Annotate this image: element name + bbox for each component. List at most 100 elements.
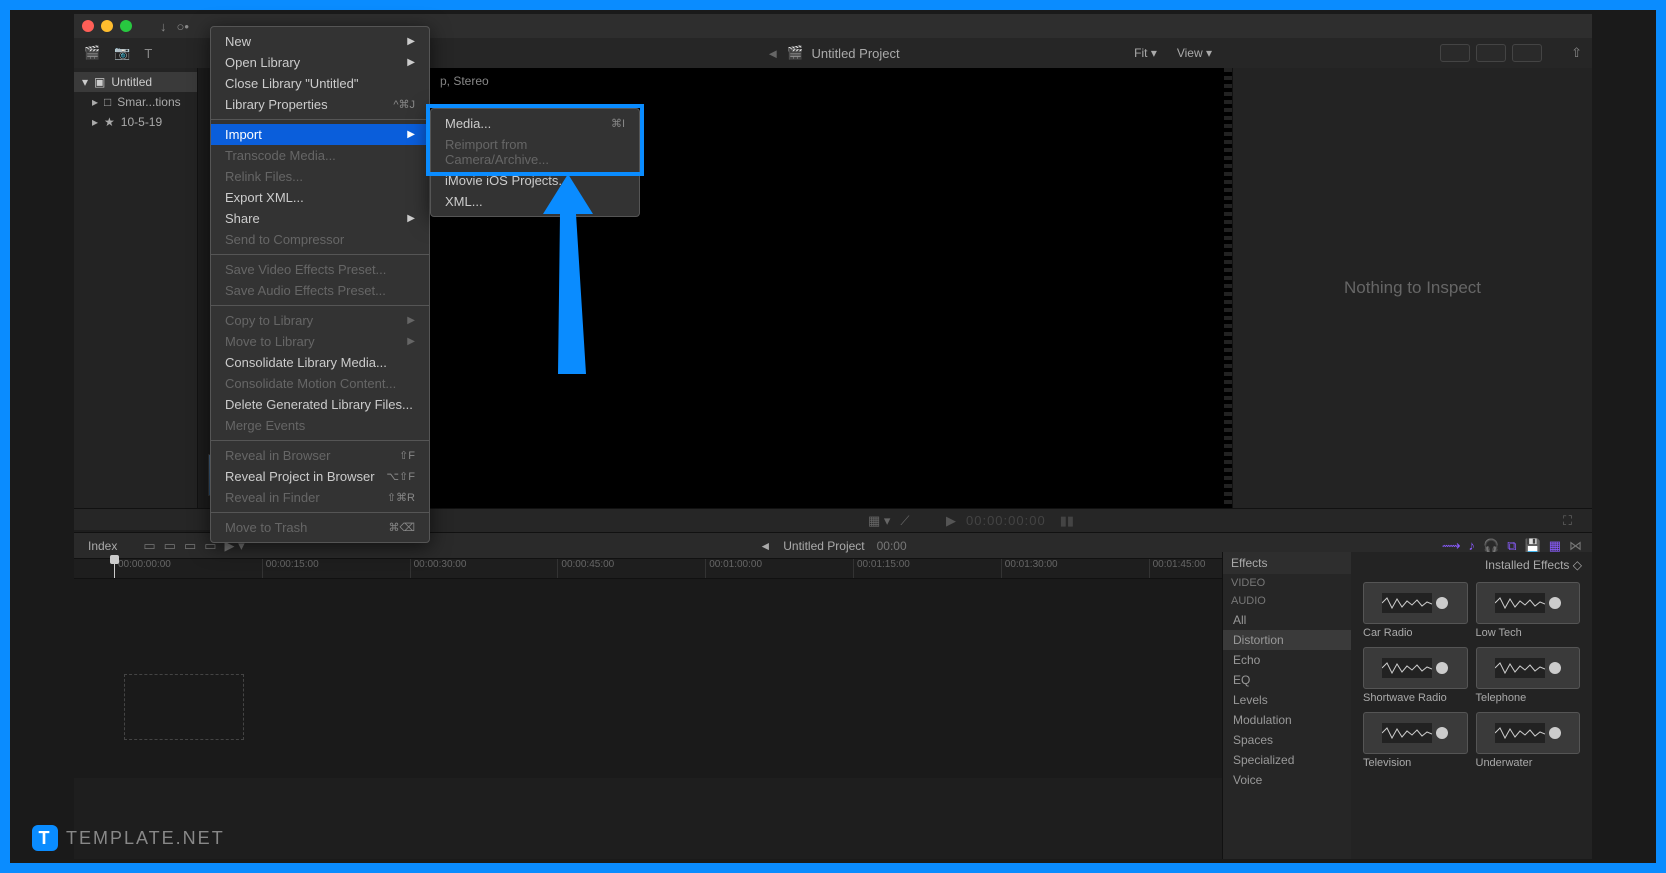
menu-item: Merge Events: [211, 415, 429, 436]
effect-tile[interactable]: Television: [1363, 712, 1468, 769]
library-sidebar: ▾ ▣ Untitled ▸ □ Smar...tions ▸ ★ 10-5-1…: [74, 68, 198, 508]
menu-item[interactable]: Delete Generated Library Files...: [211, 394, 429, 415]
submenu-item[interactable]: Media...⌘I: [431, 113, 639, 134]
ruler-mark: 00:01:00:00: [705, 559, 853, 578]
effects-category-item[interactable]: Echo: [1223, 650, 1351, 670]
installed-effects-dropdown[interactable]: Installed Effects ◇: [1485, 558, 1582, 572]
menu-item[interactable]: Consolidate Library Media...: [211, 352, 429, 373]
effects-category-item[interactable]: All: [1223, 610, 1351, 630]
menu-separator: [211, 512, 429, 513]
library-tab-icon[interactable]: 🎬: [84, 45, 100, 61]
effects-category-item[interactable]: Specialized: [1223, 750, 1351, 770]
effect-label: Telephone: [1476, 692, 1581, 704]
effect-thumbnail: [1476, 647, 1581, 689]
import-submenu: Media...⌘IReimport from Camera/Archive..…: [430, 108, 640, 217]
clip-appearance-icon[interactable]: ▦ ▾: [868, 513, 890, 529]
menu-item: Consolidate Motion Content...: [211, 373, 429, 394]
fullscreen-icon[interactable]: ⛶: [1563, 513, 1572, 529]
position-tool-icon[interactable]: ▭: [164, 538, 176, 554]
traffic-lights: [82, 20, 132, 32]
photos-tab-icon[interactable]: 📷: [114, 45, 130, 61]
menu-item[interactable]: Reveal Project in Browser⌥⇧F: [211, 466, 429, 487]
fit-dropdown[interactable]: Fit ▾: [1134, 46, 1157, 60]
effect-label: Car Radio: [1363, 627, 1468, 639]
ruler-mark: 00:00:00:00: [114, 559, 262, 578]
view-dropdown[interactable]: View ▾: [1177, 46, 1212, 60]
inspector-empty-label: Nothing to Inspect: [1344, 278, 1481, 298]
menu-separator: [211, 305, 429, 306]
effect-thumbnail: [1363, 712, 1468, 754]
effect-tile[interactable]: Low Tech: [1476, 582, 1581, 639]
effect-tile[interactable]: Shortwave Radio: [1363, 647, 1468, 704]
menu-item: Reveal in Browser⇧F: [211, 445, 429, 466]
library-header[interactable]: ▾ ▣ Untitled: [74, 72, 197, 92]
menu-item: Send to Compressor: [211, 229, 429, 250]
share-icon[interactable]: ⇧: [1571, 45, 1582, 61]
menu-item: Transcode Media...: [211, 145, 429, 166]
close-window-icon[interactable]: [82, 20, 94, 32]
submenu-item[interactable]: iMovie iOS Projects...: [431, 170, 639, 191]
play-icon[interactable]: ▶: [946, 513, 956, 529]
chevron-down-icon: ▾: [82, 75, 88, 89]
trim-tool-icon[interactable]: ▭: [143, 538, 155, 554]
library-icon: ▣: [94, 75, 105, 89]
effects-category-item[interactable]: Modulation: [1223, 710, 1351, 730]
ruler-mark: 00:01:15:00: [853, 559, 1001, 578]
effects-category-item[interactable]: Spaces: [1223, 730, 1351, 750]
effect-tile[interactable]: Underwater: [1476, 712, 1581, 769]
menu-item[interactable]: Open Library▶: [211, 52, 429, 73]
chevron-right-icon: ▸: [92, 95, 98, 109]
effect-label: Shortwave Radio: [1363, 692, 1468, 704]
submenu-item: Reimport from Camera/Archive...: [431, 134, 639, 170]
sidebar-item-date[interactable]: ▸ ★ 10-5-19: [74, 112, 197, 132]
menu-item: Save Video Effects Preset...: [211, 259, 429, 280]
zoom-window-icon[interactable]: [120, 20, 132, 32]
keyword-icon[interactable]: ○•: [177, 19, 189, 34]
zoom-slider-icon[interactable]: ⟋: [900, 513, 909, 529]
empty-clip-placeholder: [124, 674, 244, 740]
audio-info-label: p, Stereo: [440, 74, 489, 88]
effect-thumbnail: [1363, 582, 1468, 624]
toolbar-left: ↓ ○•: [160, 19, 189, 34]
effects-category-item[interactable]: Distortion: [1223, 630, 1351, 650]
effect-label: Television: [1363, 757, 1468, 769]
inspector-tab-1[interactable]: [1440, 44, 1470, 62]
submenu-item[interactable]: XML...: [431, 191, 639, 212]
project-title-area: ◄ 🎬 Untitled Project: [766, 45, 899, 61]
watermark: T TEMPLATE.NET: [32, 825, 225, 851]
effect-label: Underwater: [1476, 757, 1581, 769]
effects-category-item[interactable]: Voice: [1223, 770, 1351, 790]
range-tool-icon[interactable]: ▭: [184, 538, 196, 554]
menu-item[interactable]: Close Library "Untitled": [211, 73, 429, 94]
menu-item: Move to Library▶: [211, 331, 429, 352]
menu-item[interactable]: Library Properties^⌘J: [211, 94, 429, 115]
sidebar-item-smart[interactable]: ▸ □ Smar...tions: [74, 92, 197, 112]
inspector-tab-2[interactable]: [1476, 44, 1506, 62]
effect-tile[interactable]: Telephone: [1476, 647, 1581, 704]
menu-item[interactable]: Share▶: [211, 208, 429, 229]
effects-category-item[interactable]: Levels: [1223, 690, 1351, 710]
ruler-mark: 00:00:15:00: [262, 559, 410, 578]
effect-tile[interactable]: Car Radio: [1363, 582, 1468, 639]
ruler-mark: 00:00:30:00: [410, 559, 558, 578]
clapper-icon: 🎬: [787, 45, 803, 61]
ruler-mark: 00:00:45:00: [557, 559, 705, 578]
filmstrip-edge: [1224, 68, 1232, 508]
timeline-index-button[interactable]: Index: [74, 539, 131, 553]
effect-thumbnail: [1476, 582, 1581, 624]
timecode-display: 00:00:00:00: [966, 513, 1046, 528]
audio-meter-icon[interactable]: ▮▮: [1060, 513, 1074, 529]
menu-item[interactable]: Import▶: [211, 124, 429, 145]
folder-icon: □: [104, 95, 111, 109]
effects-video-section: VIDEO: [1223, 574, 1351, 592]
effects-category-item[interactable]: EQ: [1223, 670, 1351, 690]
titles-tab-icon[interactable]: T: [144, 46, 152, 61]
effect-thumbnail: [1476, 712, 1581, 754]
minimize-window-icon[interactable]: [101, 20, 113, 32]
back-icon[interactable]: ◄: [766, 46, 779, 61]
import-icon[interactable]: ↓: [160, 19, 167, 34]
timeline-back-icon[interactable]: ◄: [759, 539, 771, 553]
inspector-tab-3[interactable]: [1512, 44, 1542, 62]
menu-item[interactable]: Export XML...: [211, 187, 429, 208]
menu-item[interactable]: New▶: [211, 31, 429, 52]
